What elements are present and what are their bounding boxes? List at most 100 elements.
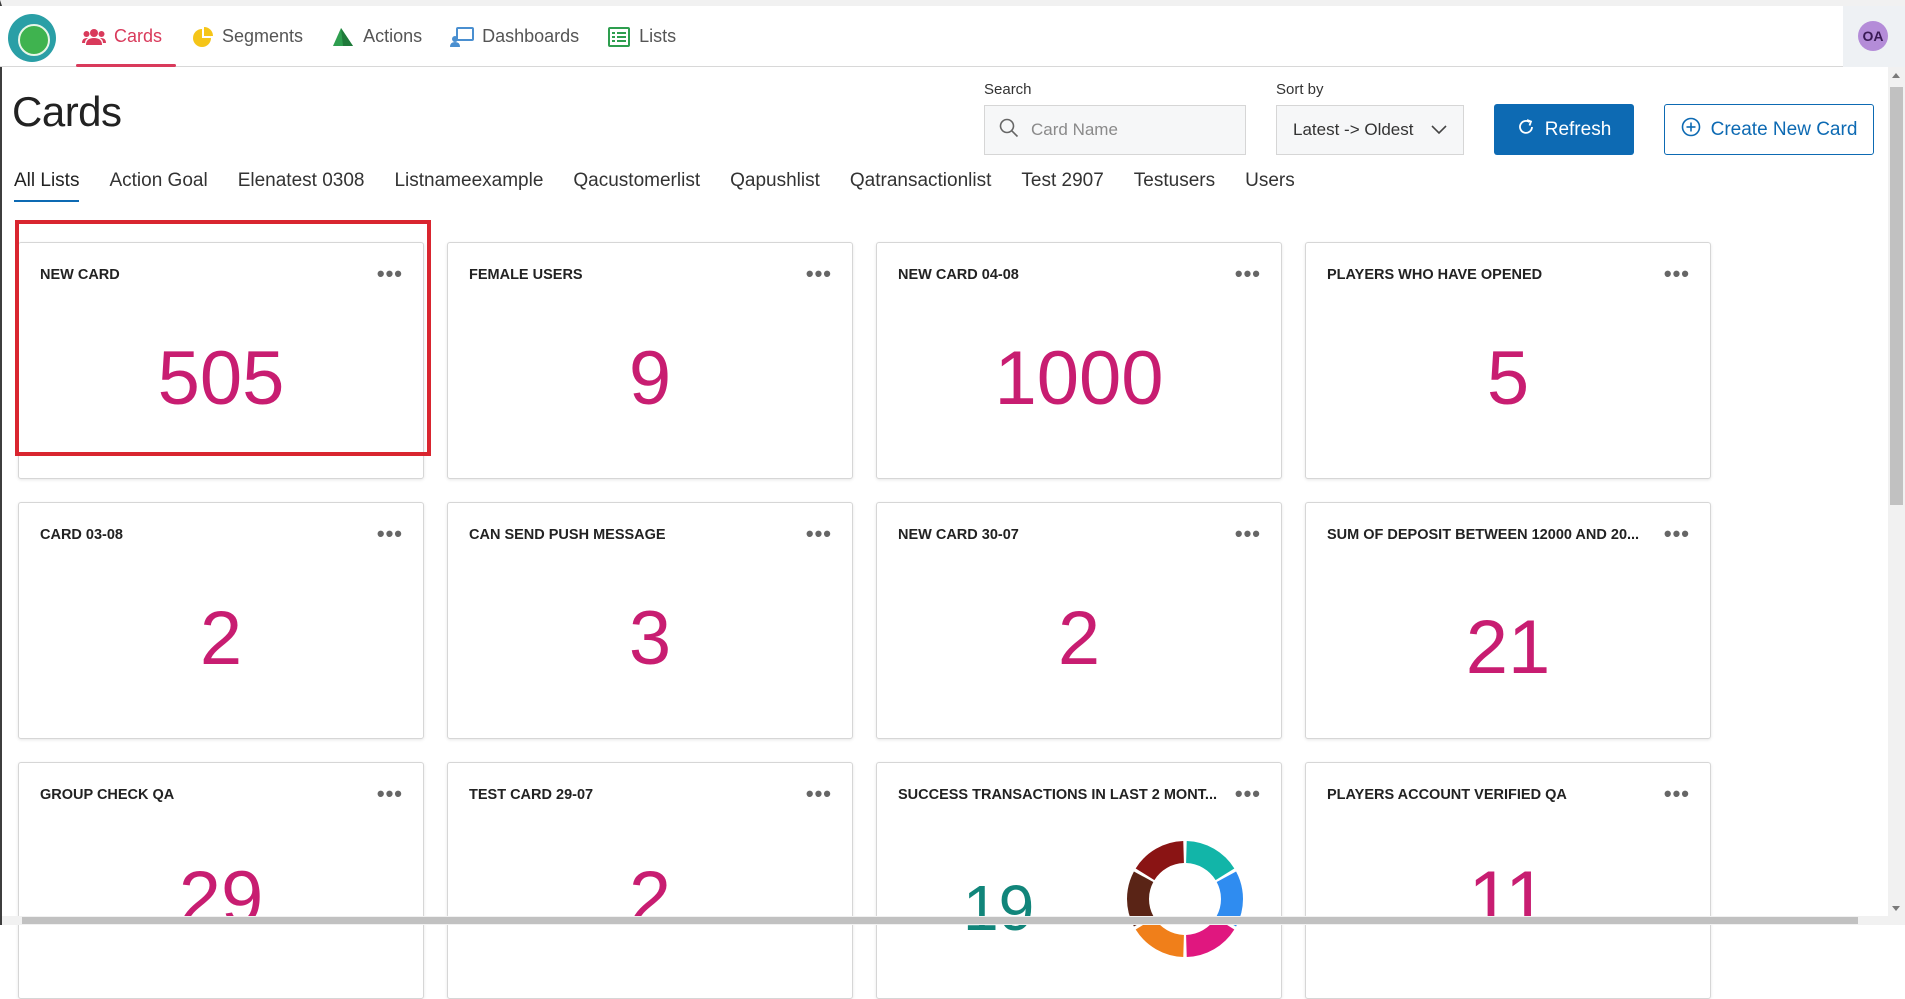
dashboard-icon [450, 27, 474, 47]
refresh-button[interactable]: Refresh [1494, 104, 1634, 155]
sort-label: Sort by [1276, 81, 1324, 98]
card-value: 9 [448, 339, 852, 419]
more-options-icon[interactable]: ••• [1664, 529, 1690, 539]
nav-label-segments: Segments [222, 26, 303, 47]
donut-segment [1186, 841, 1234, 880]
nav-item-lists[interactable]: Lists [593, 6, 690, 67]
more-options-icon[interactable]: ••• [377, 269, 403, 279]
more-options-icon[interactable]: ••• [806, 529, 832, 539]
scroll-down-icon[interactable] [1892, 906, 1900, 911]
nav-item-dashboards[interactable]: Dashboards [436, 6, 593, 67]
search-field[interactable] [984, 105, 1246, 155]
sort-value: Latest -> Oldest [1293, 120, 1413, 140]
card-title: SUM OF DEPOSIT BETWEEN 12000 AND 20... [1327, 525, 1647, 545]
card-value: 1000 [877, 339, 1281, 419]
more-options-icon[interactable]: ••• [377, 789, 403, 799]
more-options-icon[interactable]: ••• [806, 789, 832, 799]
tab-all-lists[interactable]: All Lists [14, 166, 79, 202]
card[interactable]: NEW CARD 30-07 ••• 2 [876, 502, 1282, 739]
donut-chart [1115, 829, 1255, 969]
card-value: 19 [963, 871, 1034, 945]
top-navigation: Cards Segments Actions Dashboards Lists [0, 6, 1905, 67]
card[interactable]: FEMALE USERS ••• 9 [447, 242, 853, 479]
nav-item-actions[interactable]: Actions [317, 6, 436, 67]
sort-select[interactable]: Latest -> Oldest [1276, 105, 1464, 155]
card[interactable]: SUCCESS TRANSACTIONS IN LAST 2 MONT... •… [876, 762, 1282, 999]
card-title: CARD 03-08 [40, 525, 360, 545]
search-icon [999, 118, 1019, 143]
card-value: 11 [1306, 859, 1710, 939]
more-options-icon[interactable]: ••• [1235, 789, 1261, 799]
users-icon [82, 27, 106, 47]
card[interactable]: GROUP CHECK QA ••• 29 [18, 762, 424, 999]
card[interactable]: NEW CARD 04-08 ••• 1000 [876, 242, 1282, 479]
refresh-icon [1517, 118, 1535, 142]
scrollbar-thumb[interactable] [22, 917, 1858, 924]
more-options-icon[interactable]: ••• [1235, 269, 1261, 279]
tab-qatransactionlist[interactable]: Qatransactionlist [850, 166, 992, 202]
tab-qacustomerlist[interactable]: Qacustomerlist [573, 166, 700, 202]
avatar[interactable]: OA [1858, 21, 1888, 51]
create-new-card-button[interactable]: Create New Card [1664, 104, 1874, 155]
card[interactable]: SUM OF DEPOSIT BETWEEN 12000 AND 20... •… [1305, 502, 1711, 739]
app-logo[interactable] [8, 14, 56, 62]
tab-qapushlist[interactable]: Qapushlist [730, 166, 820, 202]
tab-action-goal[interactable]: Action Goal [109, 166, 207, 202]
card[interactable]: CARD 03-08 ••• 2 [18, 502, 424, 739]
chevron-down-icon [1431, 120, 1447, 140]
card-value: 2 [19, 599, 423, 679]
nav-item-cards[interactable]: Cards [68, 6, 176, 67]
nav-label-lists: Lists [639, 26, 676, 47]
create-label: Create New Card [1711, 119, 1858, 141]
card-title: FEMALE USERS [469, 265, 789, 285]
donut-segment [1136, 841, 1184, 880]
paper-plane-icon [331, 27, 355, 47]
list-icon [607, 27, 631, 47]
search-label: Search [984, 81, 1032, 98]
user-menu[interactable]: OA [1843, 6, 1905, 67]
plus-circle-icon [1681, 117, 1701, 143]
search-input[interactable] [1031, 120, 1231, 140]
card-value: 2 [448, 859, 852, 939]
card-title: TEST CARD 29-07 [469, 785, 789, 805]
card[interactable]: PLAYERS WHO HAVE OPENED ••• 5 [1305, 242, 1711, 479]
card-value: 29 [19, 859, 423, 939]
scrollbar-thumb[interactable] [1890, 87, 1903, 505]
cards-grid: NEW CARD ••• 505 FEMALE USERS ••• 9 NEW … [18, 242, 1708, 999]
card[interactable]: TEST CARD 29-07 ••• 2 [447, 762, 853, 999]
pie-icon [190, 27, 214, 47]
more-options-icon[interactable]: ••• [806, 269, 832, 279]
more-options-icon[interactable]: ••• [1235, 529, 1261, 539]
more-options-icon[interactable]: ••• [1664, 789, 1690, 799]
card[interactable]: CAN SEND PUSH MESSAGE ••• 3 [447, 502, 853, 739]
nav-items: Cards Segments Actions Dashboards Lists [68, 6, 690, 67]
tab-testusers[interactable]: Testusers [1134, 166, 1215, 202]
tab-users[interactable]: Users [1245, 166, 1295, 202]
card-title: CAN SEND PUSH MESSAGE [469, 525, 789, 545]
tab-listnameexample[interactable]: Listnameexample [394, 166, 543, 202]
tab-test-2907[interactable]: Test 2907 [1021, 166, 1103, 202]
card-title: PLAYERS ACCOUNT VERIFIED QA [1327, 785, 1647, 805]
scroll-up-icon[interactable] [1892, 73, 1900, 78]
card[interactable]: PLAYERS ACCOUNT VERIFIED QA ••• 11 [1305, 762, 1711, 999]
card-value: 5 [1306, 339, 1710, 419]
horizontal-scrollbar[interactable] [2, 916, 1888, 925]
more-options-icon[interactable]: ••• [1664, 269, 1690, 279]
card-title: NEW CARD [40, 265, 360, 285]
card-value: 2 [877, 599, 1281, 679]
card-title: PLAYERS WHO HAVE OPENED [1327, 265, 1647, 285]
card-title: SUCCESS TRANSACTIONS IN LAST 2 MONT... [898, 785, 1218, 805]
refresh-label: Refresh [1545, 119, 1612, 141]
card[interactable]: NEW CARD ••• 505 [18, 242, 424, 479]
nav-label-actions: Actions [363, 26, 422, 47]
card-title: GROUP CHECK QA [40, 785, 360, 805]
page-title: Cards [12, 88, 122, 136]
card-value: 3 [448, 599, 852, 679]
tab-elenatest-0308[interactable]: Elenatest 0308 [238, 166, 365, 202]
list-tabs: All Lists Action Goal Elenatest 0308 Lis… [14, 166, 1325, 202]
card-value: 21 [1306, 608, 1710, 688]
vertical-scrollbar[interactable] [1888, 67, 1905, 925]
more-options-icon[interactable]: ••• [377, 529, 403, 539]
nav-item-segments[interactable]: Segments [176, 6, 317, 67]
nav-label-cards: Cards [114, 26, 162, 47]
